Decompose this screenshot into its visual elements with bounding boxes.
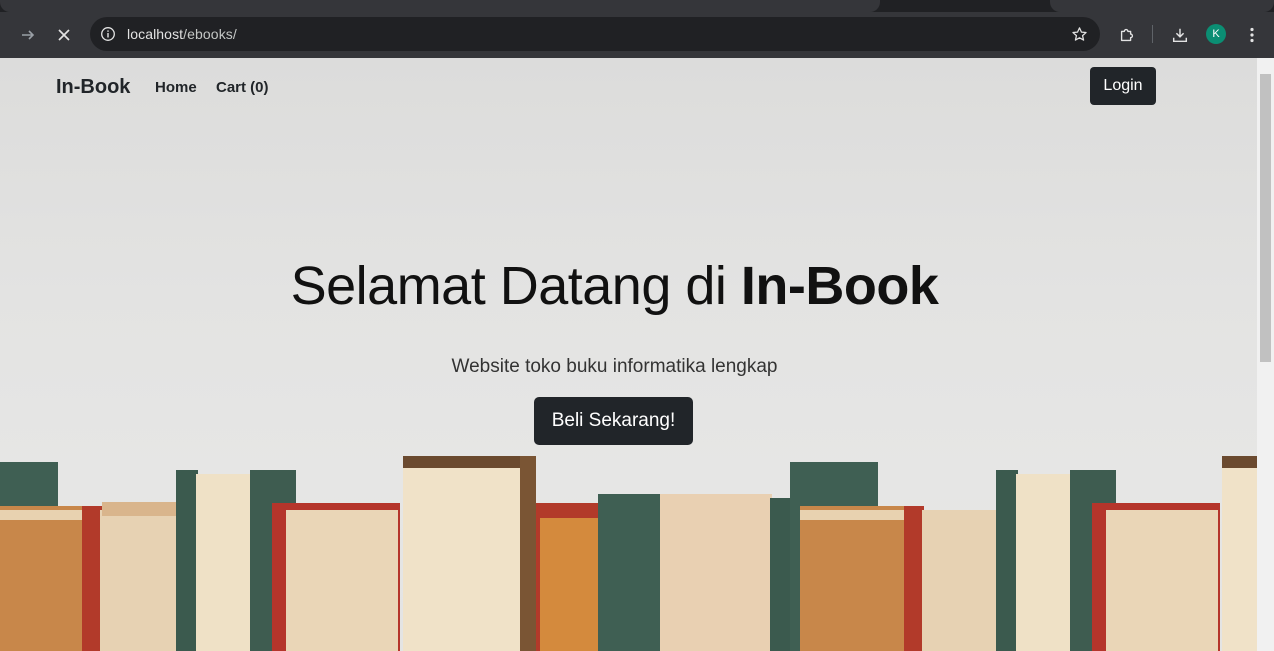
url-host: localhost bbox=[127, 26, 184, 42]
download-icon bbox=[1172, 28, 1188, 43]
site-info-button[interactable] bbox=[98, 24, 118, 44]
hero-title-prefix: Selamat Datang di bbox=[290, 256, 741, 316]
hero-title: Selamat Datang di In-Book bbox=[0, 255, 1229, 317]
info-icon bbox=[101, 27, 115, 41]
downloads-button[interactable] bbox=[1166, 21, 1194, 49]
browser-tab-strip bbox=[0, 0, 1274, 12]
arrow-right-icon bbox=[22, 30, 35, 40]
bookmark-button[interactable] bbox=[1068, 23, 1090, 45]
hero-subtitle: Website toko buku informatika lengkap bbox=[451, 356, 778, 377]
navbar: In-Book Home Cart (0) Login bbox=[0, 58, 1257, 115]
hero-title-strong: In-Book bbox=[740, 256, 939, 316]
more-vert-icon bbox=[1250, 27, 1254, 43]
login-button[interactable]: Login bbox=[1090, 67, 1156, 105]
browser-tab[interactable] bbox=[0, 0, 880, 12]
address-bar[interactable]: localhost/ebooks/ bbox=[90, 17, 1100, 51]
forward-button[interactable] bbox=[14, 21, 42, 49]
star-icon bbox=[1071, 26, 1087, 41]
books-background-image bbox=[0, 456, 1257, 651]
browser-menu-button[interactable] bbox=[1238, 21, 1266, 49]
url-path: /ebooks/ bbox=[183, 26, 237, 42]
navbar-brand[interactable]: In-Book bbox=[56, 76, 130, 99]
page-viewport: In-Book Home Cart (0) Login Selamat Data… bbox=[0, 58, 1257, 651]
stop-loading-button[interactable] bbox=[50, 21, 78, 49]
nav-link-home[interactable]: Home bbox=[155, 79, 197, 96]
scrollbar-thumb[interactable] bbox=[1260, 74, 1271, 362]
profile-avatar[interactable]: K bbox=[1206, 24, 1226, 44]
books-left-group bbox=[0, 456, 790, 651]
books-right-group bbox=[790, 456, 1257, 651]
page-scrollbar[interactable] bbox=[1257, 58, 1274, 651]
browser-toolbar: localhost/ebooks/ K bbox=[0, 12, 1274, 58]
close-icon bbox=[58, 29, 70, 41]
browser-tab[interactable] bbox=[1050, 0, 1274, 12]
extensions-button[interactable] bbox=[1113, 21, 1141, 49]
puzzle-icon bbox=[1120, 28, 1134, 42]
url-text: localhost/ebooks/ bbox=[127, 26, 237, 42]
toolbar-separator bbox=[1152, 25, 1153, 43]
nav-link-cart[interactable]: Cart (0) bbox=[216, 79, 269, 96]
buy-now-button[interactable]: Beli Sekarang! bbox=[534, 397, 693, 445]
